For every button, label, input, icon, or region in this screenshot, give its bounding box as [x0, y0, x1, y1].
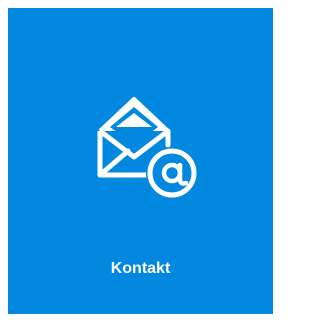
contact-tile[interactable]: Kontakt [8, 8, 273, 314]
tile-label: Kontakt [110, 260, 171, 277]
envelope-at-icon [97, 97, 198, 199]
